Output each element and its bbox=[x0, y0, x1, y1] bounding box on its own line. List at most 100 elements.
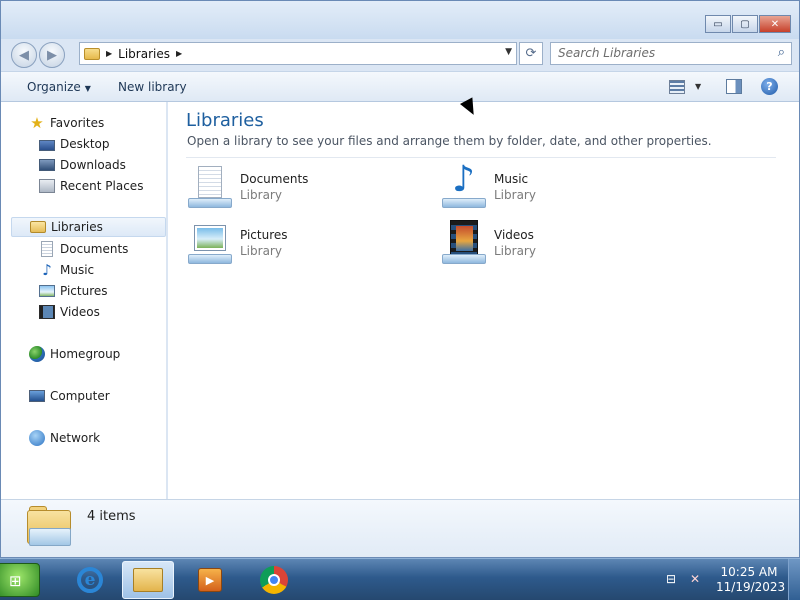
sidebar-item-label: Music bbox=[60, 263, 95, 277]
preview-pane-icon[interactable] bbox=[726, 79, 742, 94]
libraries-folder-icon bbox=[27, 506, 73, 548]
close-button[interactable]: ✕ bbox=[759, 15, 791, 33]
music-note-icon: ♪ bbox=[42, 261, 52, 279]
sidebar-item-label: Computer bbox=[50, 389, 110, 403]
computer-icon bbox=[29, 390, 45, 402]
caption-buttons: ▭ ▢ ✕ bbox=[705, 15, 791, 33]
taskbar-internet-explorer[interactable]: e bbox=[64, 561, 116, 599]
library-name: Documents bbox=[240, 172, 309, 186]
explorer-folder-icon bbox=[133, 568, 163, 592]
videos-icon bbox=[39, 305, 55, 319]
organize-button[interactable]: Organize ▼ bbox=[27, 80, 91, 94]
libraries-content: Libraries Open a library to see your fil… bbox=[168, 102, 799, 499]
page-description: Open a library to see your files and arr… bbox=[187, 134, 712, 148]
windows-logo-icon: ⊞ bbox=[9, 572, 22, 590]
search-icon[interactable]: ⌕ bbox=[778, 45, 785, 60]
sidebar-item-label: Desktop bbox=[60, 137, 110, 151]
address-separator-icon[interactable]: ▶ bbox=[106, 49, 112, 58]
address-separator-icon[interactable]: ▶ bbox=[176, 49, 182, 58]
help-icon[interactable]: ? bbox=[761, 78, 778, 95]
search-box[interactable]: ⌕ bbox=[550, 42, 792, 65]
divider bbox=[186, 157, 776, 158]
sidebar-item-recent-places[interactable]: Recent Places bbox=[39, 176, 143, 196]
media-player-icon: ▶ bbox=[198, 568, 222, 592]
address-dropdown-icon[interactable]: ▼ bbox=[505, 47, 512, 57]
sidebar-item-pictures[interactable]: Pictures bbox=[39, 281, 108, 301]
refresh-button[interactable]: ⟳ bbox=[519, 42, 543, 65]
change-view-icon[interactable] bbox=[669, 80, 685, 94]
item-count: 4 items bbox=[87, 509, 136, 524]
breadcrumb-libraries[interactable]: Libraries bbox=[118, 47, 170, 61]
explorer-window: ▭ ▢ ✕ ◀ ▶ ▶ Libraries ▶ ▼ ⟳ ⌕ Organize▼ … bbox=[0, 0, 800, 558]
sidebar-item-label: Pictures bbox=[60, 284, 108, 298]
pictures-icon bbox=[39, 285, 55, 297]
library-name: Pictures bbox=[240, 228, 288, 242]
navigation-pane: ★ Favorites Desktop Downloads Recent Pla… bbox=[1, 102, 167, 499]
system-tray: ⊟ ✕ bbox=[666, 572, 714, 588]
chevron-down-icon: ▼ bbox=[84, 84, 91, 93]
forward-button[interactable]: ▶ bbox=[39, 42, 65, 68]
volume-muted-icon[interactable]: ✕ bbox=[690, 572, 706, 588]
recent-places-icon bbox=[39, 179, 55, 193]
taskbar-chrome[interactable] bbox=[248, 561, 300, 599]
command-bar: Organize ▼ New library ▼ ? bbox=[1, 71, 799, 102]
navigation-bar: ◀ ▶ ▶ Libraries ▶ ▼ ⟳ ⌕ bbox=[1, 39, 799, 69]
music-library-icon: ♪ bbox=[440, 160, 488, 212]
library-kind: Library bbox=[240, 244, 282, 258]
maximize-button[interactable]: ▢ bbox=[732, 15, 758, 33]
sidebar-item-label: Network bbox=[50, 431, 101, 445]
library-tile-videos[interactable]: Videos Library bbox=[440, 220, 680, 270]
documents-icon bbox=[41, 241, 53, 257]
sidebar-item-label: Videos bbox=[60, 305, 100, 319]
show-desktop-button[interactable] bbox=[788, 559, 800, 600]
libraries-icon bbox=[30, 221, 46, 233]
clock-date: 11/19/2023 bbox=[716, 580, 786, 594]
taskbar-media-player[interactable]: ▶ bbox=[184, 561, 236, 599]
new-library-button[interactable]: New library bbox=[118, 80, 187, 94]
search-input[interactable] bbox=[558, 43, 768, 63]
pictures-library-icon bbox=[186, 220, 234, 268]
library-tile-pictures[interactable]: Pictures Library bbox=[186, 220, 426, 270]
network-status-icon[interactable]: ⊟ bbox=[666, 572, 682, 588]
sidebar-item-videos[interactable]: Videos bbox=[39, 302, 100, 322]
sidebar-item-documents[interactable]: Documents bbox=[39, 239, 128, 259]
sidebar-item-favorites[interactable]: ★ Favorites bbox=[29, 113, 104, 133]
library-tile-documents[interactable]: Documents Library bbox=[186, 164, 426, 214]
videos-library-icon bbox=[440, 220, 488, 268]
downloads-icon bbox=[39, 159, 55, 171]
sidebar-item-label: Libraries bbox=[51, 220, 103, 234]
clock-time: 10:25 AM bbox=[720, 565, 778, 579]
sidebar-item-label: Recent Places bbox=[60, 179, 144, 193]
sidebar-item-label: Favorites bbox=[50, 116, 105, 130]
library-name: Music bbox=[494, 172, 529, 186]
sidebar-item-computer[interactable]: Computer bbox=[29, 386, 110, 406]
title-bar[interactable]: ▭ ▢ ✕ bbox=[1, 1, 799, 39]
library-kind: Library bbox=[240, 188, 282, 202]
sidebar-item-label: Downloads bbox=[60, 158, 126, 172]
documents-library-icon bbox=[186, 164, 234, 212]
address-bar[interactable]: ▶ Libraries ▶ ▼ bbox=[79, 42, 517, 65]
view-options-dropdown-icon[interactable]: ▼ bbox=[695, 82, 701, 91]
library-kind: Library bbox=[494, 188, 536, 202]
back-button[interactable]: ◀ bbox=[11, 42, 37, 68]
clock[interactable]: 10:25 AM 11/19/2023 bbox=[716, 565, 786, 595]
sidebar-item-label: Documents bbox=[60, 242, 129, 256]
library-kind: Library bbox=[494, 244, 536, 258]
sidebar-item-network[interactable]: Network bbox=[29, 428, 100, 448]
minimize-button[interactable]: ▭ bbox=[705, 15, 731, 33]
sidebar-item-desktop[interactable]: Desktop bbox=[39, 134, 110, 154]
sidebar-item-music[interactable]: ♪ Music bbox=[39, 260, 94, 280]
taskbar-windows-explorer[interactable] bbox=[122, 561, 174, 599]
sidebar-item-homegroup[interactable]: Homegroup bbox=[29, 344, 120, 364]
internet-explorer-icon: e bbox=[77, 567, 103, 593]
page-title: Libraries bbox=[186, 110, 264, 131]
chrome-icon bbox=[260, 566, 288, 594]
homegroup-icon bbox=[29, 346, 45, 362]
start-button[interactable]: ⊞ bbox=[0, 563, 40, 597]
sidebar-item-libraries[interactable]: Libraries bbox=[11, 217, 166, 237]
star-icon: ★ bbox=[30, 114, 44, 132]
sidebar-item-downloads[interactable]: Downloads bbox=[39, 155, 126, 175]
network-icon bbox=[29, 430, 45, 446]
library-tile-music[interactable]: ♪ Music Library bbox=[440, 160, 680, 214]
desktop-icon bbox=[39, 139, 55, 151]
